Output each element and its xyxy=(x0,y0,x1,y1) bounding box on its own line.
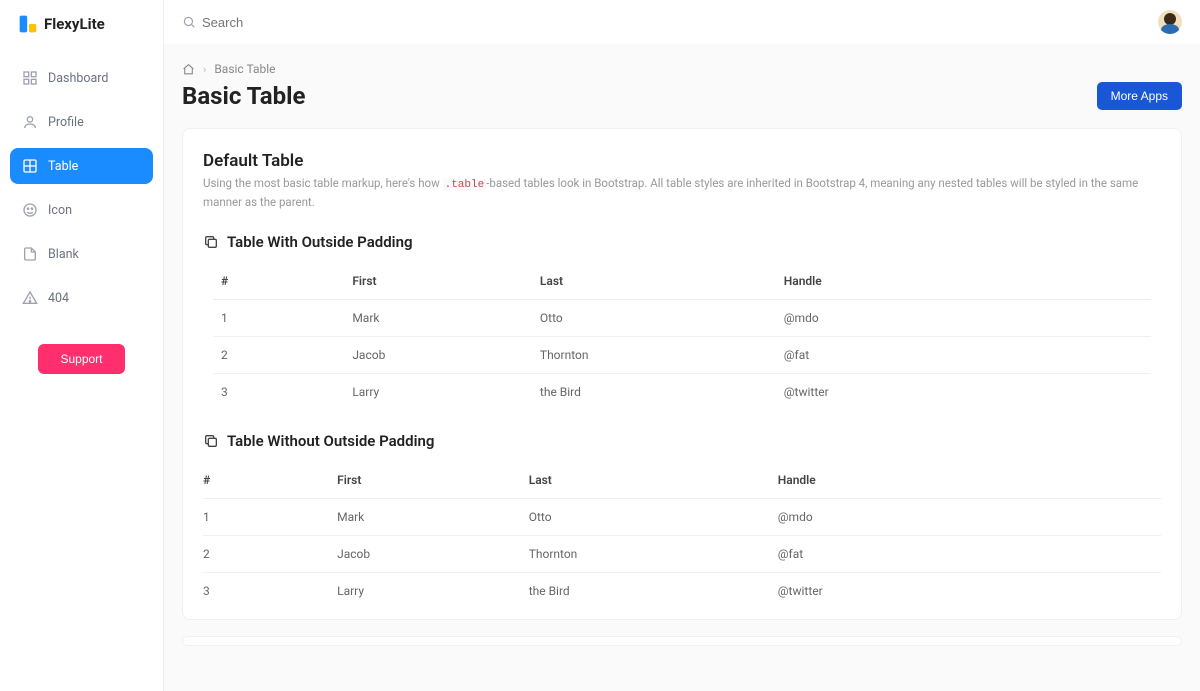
page-title: Basic Table xyxy=(182,82,305,110)
face-icon xyxy=(22,202,38,218)
table-row: 2 Jacob Thornton @fat xyxy=(203,535,1161,572)
table-header: # xyxy=(213,263,344,300)
subtitle-table-1: Table With Outside Padding xyxy=(203,233,1161,251)
table-row: 1 Mark Otto @mdo xyxy=(203,498,1161,535)
table-without-padding: # First Last Handle 1 Mark Otto xyxy=(203,462,1161,609)
table-header-row: # First Last Handle xyxy=(203,462,1161,499)
breadcrumb-current: Basic Table xyxy=(214,62,275,76)
card-description: Using the most basic table markup, here'… xyxy=(203,175,1161,211)
card-default-table: Default Table Using the most basic table… xyxy=(182,128,1182,620)
sidebar-item-label: Table xyxy=(48,159,78,174)
sidebar-item-label: Profile xyxy=(48,115,84,130)
table-header: Last xyxy=(529,462,778,499)
avatar[interactable] xyxy=(1158,10,1182,34)
more-apps-button[interactable]: More Apps xyxy=(1097,82,1182,110)
table-header-row: # First Last Handle xyxy=(213,263,1151,300)
table-with-padding: # First Last Handle 1 Mark Otto xyxy=(213,263,1151,410)
sidebar-item-profile[interactable]: Profile xyxy=(10,104,153,140)
copy-icon xyxy=(203,433,219,449)
brand[interactable]: FlexyLite xyxy=(0,14,163,52)
profile-icon xyxy=(22,114,38,130)
search[interactable] xyxy=(182,15,402,30)
table-header: Handle xyxy=(778,462,1161,499)
support-button[interactable]: Support xyxy=(38,344,124,374)
search-icon xyxy=(182,15,196,29)
sidebar: FlexyLite Dashboard Profile Table Icon B… xyxy=(0,0,164,691)
sidebar-item-table[interactable]: Table xyxy=(10,148,153,184)
copy-icon xyxy=(203,234,219,250)
sidebar-item-blank[interactable]: Blank xyxy=(10,236,153,272)
table-row: 3 Larry the Bird @twitter xyxy=(203,572,1161,609)
sidebar-nav: Dashboard Profile Table Icon Blank 404 xyxy=(0,52,163,324)
table-row: 1 Mark Otto @mdo xyxy=(213,299,1151,336)
sidebar-item-dashboard[interactable]: Dashboard xyxy=(10,60,153,96)
home-icon[interactable] xyxy=(182,63,195,76)
table-header: First xyxy=(337,462,529,499)
table-header: # xyxy=(203,462,337,499)
table-row: 2 Jacob Thornton @fat xyxy=(213,336,1151,373)
sidebar-item-label: Icon xyxy=(48,203,72,218)
warning-icon xyxy=(22,290,38,306)
sidebar-item-icon[interactable]: Icon xyxy=(10,192,153,228)
sidebar-item-label: Dashboard xyxy=(48,71,108,86)
table-header: Last xyxy=(532,263,776,300)
topbar xyxy=(164,0,1200,44)
file-icon xyxy=(22,246,38,262)
table-row: 3 Larry the Bird @twitter xyxy=(213,373,1151,410)
sidebar-item-label: 404 xyxy=(48,291,69,306)
brand-logo-icon xyxy=(18,14,38,34)
table-icon xyxy=(22,158,38,174)
subtitle-table-2: Table Without Outside Padding xyxy=(203,432,1161,450)
dashboard-icon xyxy=(22,70,38,86)
brand-name: FlexyLite xyxy=(44,15,105,33)
card-title: Default Table xyxy=(203,151,1161,171)
card-next xyxy=(182,636,1182,646)
sidebar-item-label: Blank xyxy=(48,247,79,262)
main: › Basic Table Basic Table More Apps Defa… xyxy=(164,0,1200,691)
table-header: Handle xyxy=(776,263,1151,300)
breadcrumb: › Basic Table xyxy=(182,62,1182,76)
chevron-right-icon: › xyxy=(203,63,206,76)
search-input[interactable] xyxy=(202,15,402,30)
sidebar-item-404[interactable]: 404 xyxy=(10,280,153,316)
table-header: First xyxy=(344,263,532,300)
